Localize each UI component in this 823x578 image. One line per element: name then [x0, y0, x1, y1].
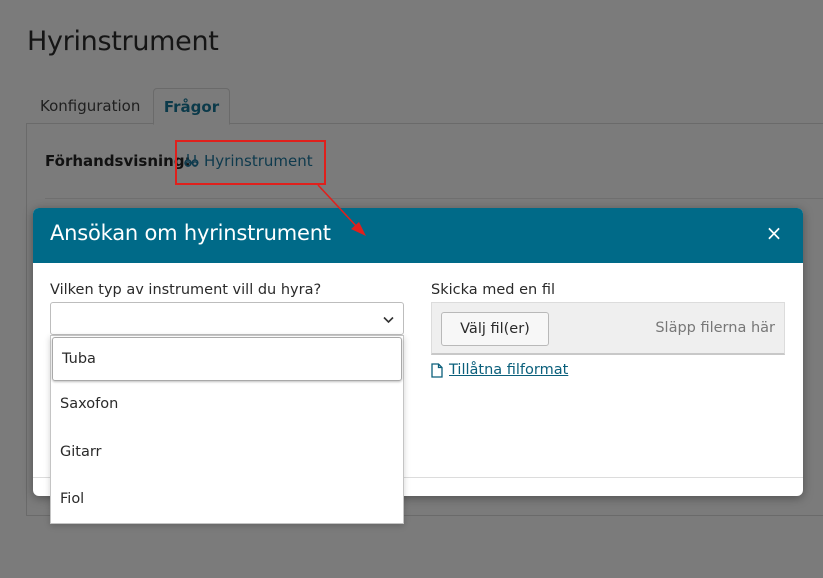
preview-label: Förhandsvisning:	[45, 152, 191, 170]
instrument-select[interactable]	[50, 302, 404, 335]
option-fiol[interactable]: Fiol	[51, 491, 403, 507]
divider	[45, 198, 823, 199]
tab-fragor[interactable]: Frågor	[153, 88, 230, 125]
modal-header: Ansökan om hyrinstrument ×	[33, 208, 803, 263]
chevron-down-icon	[383, 316, 394, 324]
tab-bar: Konfiguration Frågor	[26, 88, 823, 125]
drop-hint: Släpp filerna här	[655, 320, 775, 336]
file-icon	[431, 362, 443, 378]
modal-title: Ansökan om hyrinstrument	[50, 221, 331, 245]
close-icon[interactable]: ×	[763, 222, 785, 244]
file-upload-label: Skicka med en fil	[431, 282, 555, 298]
instrument-question-label: Vilken typ av instrument vill du hyra?	[50, 282, 322, 298]
allowed-formats-label: Tillåtna filformat	[449, 362, 569, 378]
option-tuba[interactable]: Tuba	[52, 337, 402, 381]
allowed-formats-link[interactable]: Tillåtna filformat	[431, 362, 568, 378]
page-title: Hyrinstrument	[27, 26, 219, 57]
instrument-options-list: Tuba Saxofon Gitarr Fiol	[50, 335, 404, 524]
file-drop-zone[interactable]: Välj fil(er) Släpp filerna här	[431, 302, 785, 355]
annotation-highlight-box	[175, 140, 326, 185]
choose-files-button[interactable]: Välj fil(er)	[441, 312, 549, 346]
tab-konfiguration[interactable]: Konfiguration	[40, 88, 140, 124]
option-saxofon[interactable]: Saxofon	[51, 396, 403, 412]
option-gitarr[interactable]: Gitarr	[51, 444, 403, 460]
